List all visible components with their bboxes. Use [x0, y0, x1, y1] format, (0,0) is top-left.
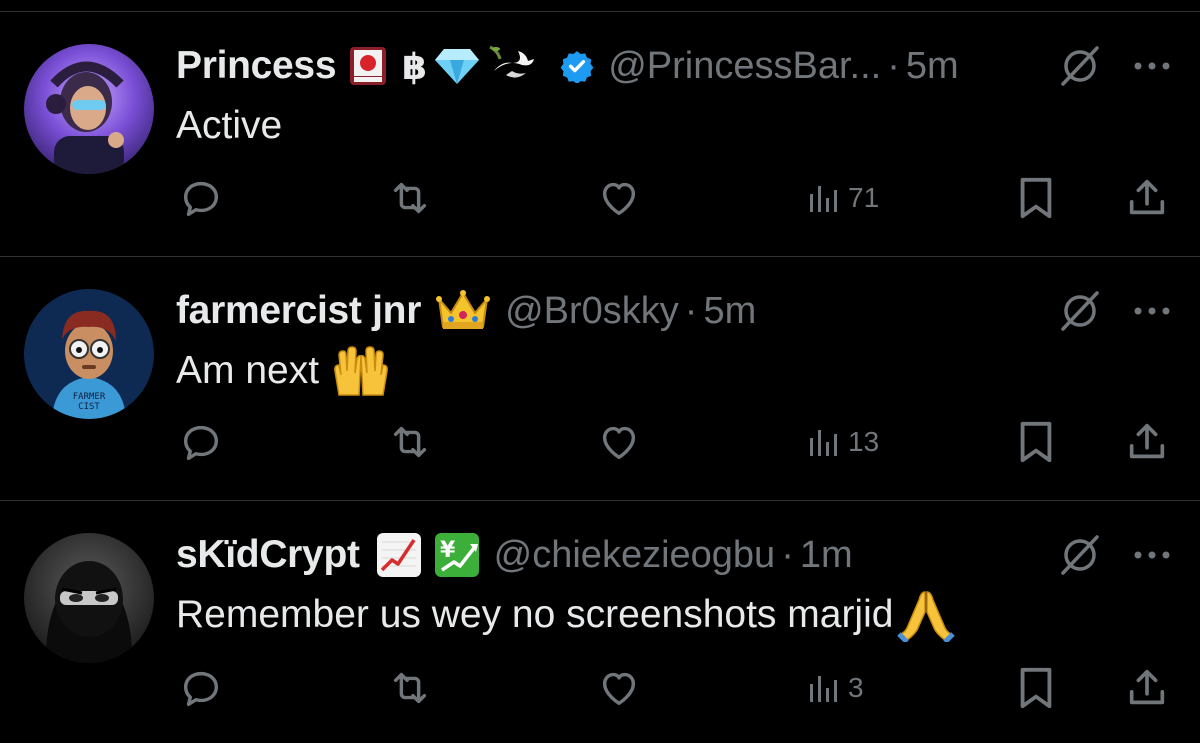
bookmark-button[interactable]	[1016, 663, 1056, 713]
heart-icon	[602, 672, 636, 706]
like-button[interactable]	[596, 173, 642, 223]
views-icon	[810, 430, 837, 456]
separator: ·	[887, 44, 900, 87]
separator: ·	[781, 533, 794, 576]
reply-icon	[183, 671, 219, 707]
avatar[interactable]	[24, 44, 154, 174]
share-button[interactable]	[1124, 663, 1170, 713]
handle[interactable]: @PrincessBar...	[608, 45, 881, 88]
action-bar: 71	[0, 173, 1200, 223]
bookmark-icon	[1020, 667, 1052, 709]
diamond-icon	[434, 47, 480, 85]
tweet-header: farmercist jnr @Br0skky · 5m	[176, 283, 756, 339]
share-button[interactable]	[1124, 417, 1170, 467]
tweet-text-content: Active	[176, 104, 283, 147]
tweet-text: Active	[176, 100, 282, 152]
tweet-text: Am next	[176, 343, 391, 399]
more-options-icon[interactable]	[1130, 301, 1174, 321]
tweet-header: Princess ฿ @PrincessBar... · 5m	[176, 38, 959, 94]
repost-icon	[393, 672, 427, 704]
share-button[interactable]	[1124, 173, 1170, 223]
reply-icon	[183, 425, 219, 461]
more-options-icon[interactable]	[1130, 56, 1174, 76]
views-button[interactable]: 3	[808, 663, 864, 713]
bitcoin-icon: ฿	[402, 46, 432, 86]
views-count: 71	[848, 182, 880, 213]
bookmark-button[interactable]	[1016, 173, 1056, 223]
chart-up-icon	[376, 532, 422, 578]
grok-icon[interactable]	[1058, 44, 1102, 88]
bookmark-icon	[1020, 421, 1052, 463]
reply-button[interactable]	[178, 663, 224, 713]
share-icon	[1129, 179, 1165, 215]
timestamp[interactable]: 1m	[800, 534, 853, 577]
views-count: 13	[848, 426, 880, 457]
action-bar: 13	[0, 417, 1200, 467]
views-icon	[810, 186, 837, 212]
heart-icon	[602, 426, 636, 460]
flag-card-icon	[348, 45, 388, 87]
avatar[interactable]: FARMER CIST	[24, 289, 154, 419]
svg-text:CIST: CIST	[78, 402, 100, 412]
separator: ·	[684, 289, 698, 332]
display-name[interactable]: sKïdCrypt	[176, 533, 360, 577]
repost-button[interactable]	[386, 417, 434, 467]
reply-button[interactable]	[178, 417, 224, 467]
action-bar: 3	[0, 663, 1200, 713]
tweet-text: Remember us wey no screenshots marjid	[176, 587, 956, 643]
folded-hands-icon	[897, 588, 956, 642]
repost-icon	[393, 182, 427, 214]
views-button[interactable]: 71	[808, 173, 879, 223]
like-button[interactable]	[596, 663, 642, 713]
display-name[interactable]: farmercist jnr	[176, 289, 421, 333]
share-icon	[1129, 669, 1165, 705]
share-icon	[1129, 423, 1165, 459]
grok-icon[interactable]	[1058, 289, 1102, 333]
tweet-text-content: Remember us wey no screenshots marjid	[176, 593, 894, 636]
views-button[interactable]: 13	[808, 417, 879, 467]
heart-icon	[602, 182, 636, 216]
avatar[interactable]	[24, 533, 154, 663]
tweet-text-content: Am next	[176, 349, 320, 392]
more-options-icon[interactable]	[1130, 545, 1174, 565]
crown-icon	[435, 289, 491, 333]
reply-button[interactable]	[178, 173, 224, 223]
tweet[interactable]: sKïdCrypt ¥ @chiekezieogbu · 1m Remember…	[0, 501, 1200, 743]
timestamp[interactable]: 5m	[703, 290, 756, 333]
repost-icon	[393, 426, 427, 458]
reply-icon	[183, 181, 219, 217]
handle[interactable]: @chiekezieogbu	[494, 534, 776, 577]
yen-chart-icon: ¥	[434, 532, 480, 578]
tweet[interactable]: Princess ฿ @PrincessBar... · 5m Active 7…	[0, 0, 1200, 256]
repost-button[interactable]	[386, 173, 434, 223]
repost-button[interactable]	[386, 663, 434, 713]
views-icon	[810, 676, 837, 702]
timestamp[interactable]: 5m	[906, 45, 959, 88]
bookmark-icon	[1020, 177, 1052, 219]
verified-badge-icon	[560, 49, 594, 83]
handle[interactable]: @Br0skky	[505, 290, 679, 333]
svg-text:¥: ¥	[440, 538, 456, 563]
tweet[interactable]: FARMER CIST farmercist jnr @Br0skky · 5m…	[0, 257, 1200, 500]
raising-hands-icon	[331, 345, 391, 397]
grok-icon[interactable]	[1058, 533, 1102, 577]
bookmark-button[interactable]	[1016, 417, 1056, 467]
svg-text:฿: ฿	[402, 47, 427, 86]
dove-icon	[488, 41, 538, 91]
svg-text:FARMER: FARMER	[73, 392, 106, 402]
display-name[interactable]: Princess	[176, 44, 337, 88]
tweet-header: sKïdCrypt ¥ @chiekezieogbu · 1m	[176, 527, 853, 583]
like-button[interactable]	[596, 417, 642, 467]
views-count: 3	[848, 672, 864, 703]
